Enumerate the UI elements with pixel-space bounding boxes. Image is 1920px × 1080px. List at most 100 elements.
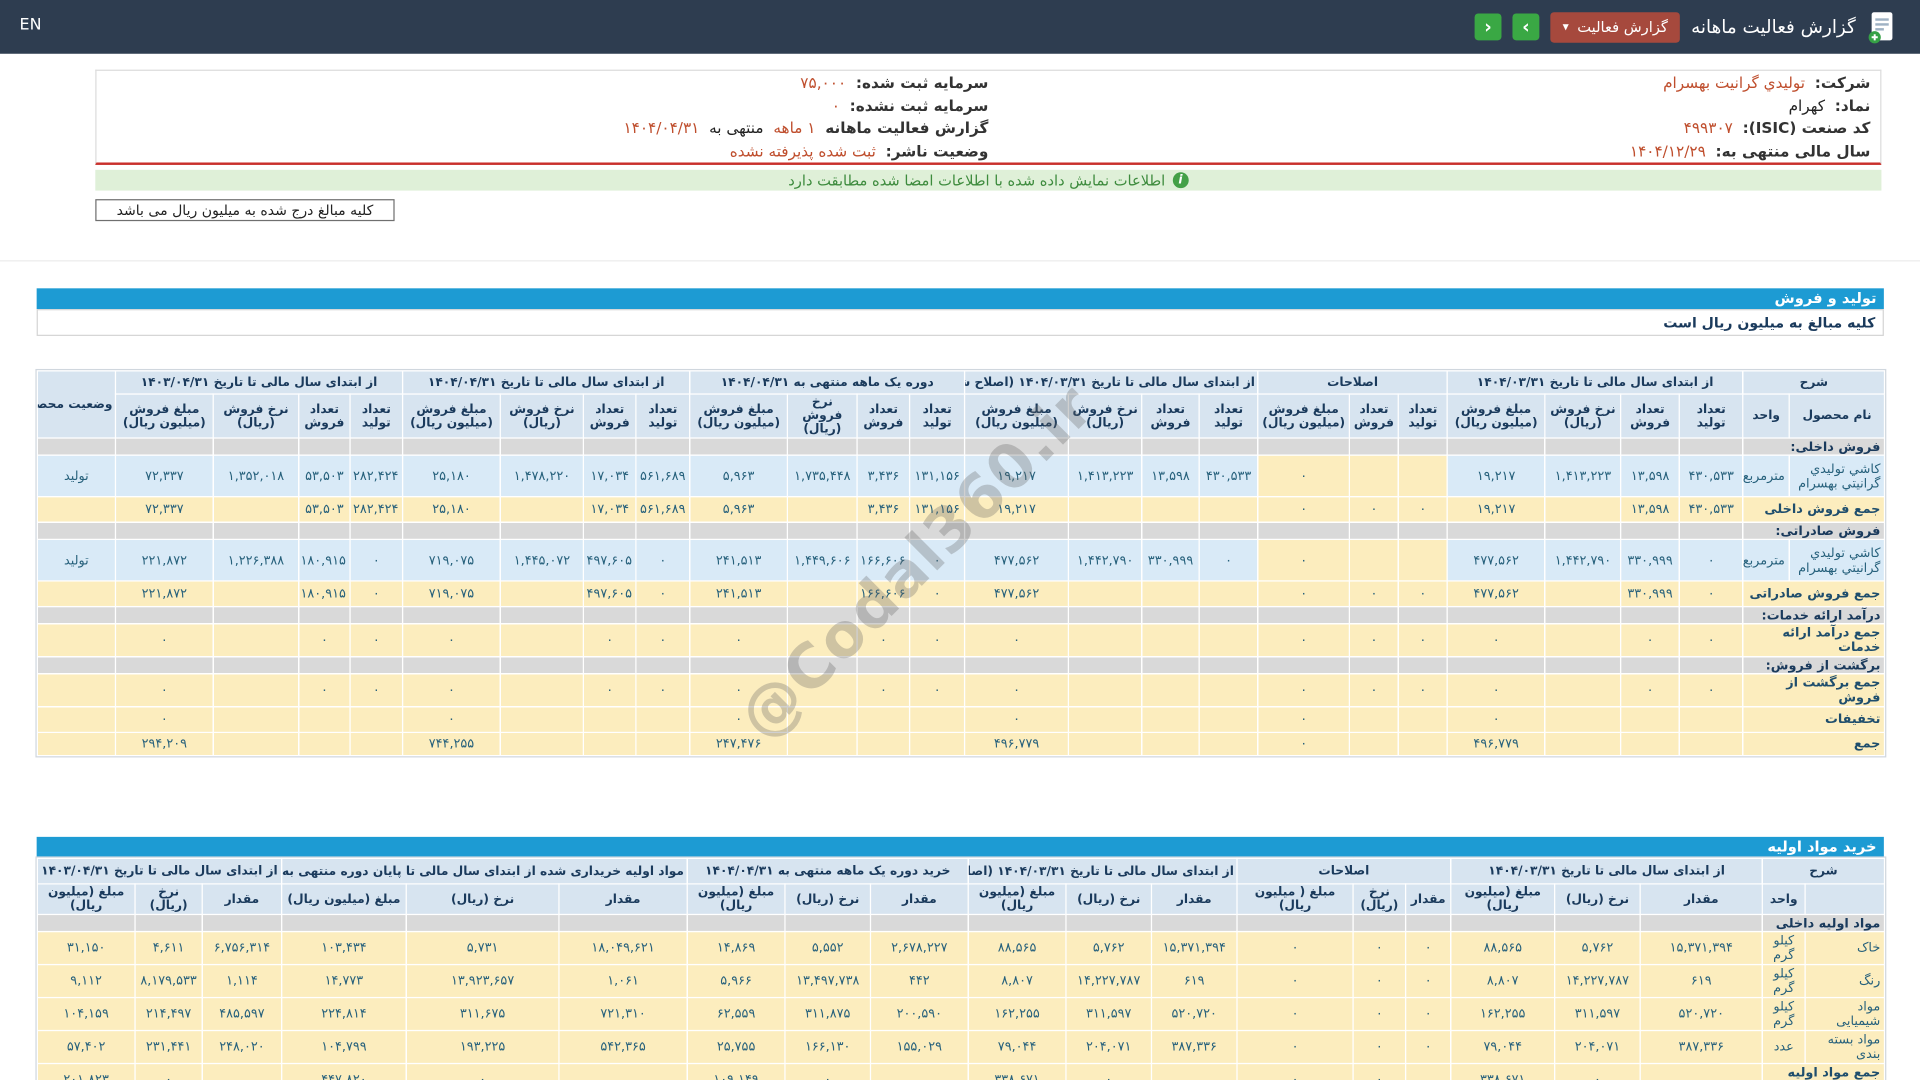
table-cell: ۰ [690,674,788,707]
section-header-raw-materials: خرید مواد اولیه [37,837,1884,858]
table-cell: ۴۷۷,۵۶۲ [1447,539,1545,581]
table-cell: ۵۶۱,۶۸۹ [636,497,690,523]
table-cell [1353,914,1406,931]
company-info-right-column: شرکت: تولیدي گرانیت بهسرام نماد: کهرام ک… [988,72,1870,162]
table-cell: ۰ [1398,581,1447,607]
table-cell [965,607,1069,624]
table-cell: ۰ [1258,539,1350,581]
column-header: نرخ فروش (ریال) [1545,394,1621,438]
table-cell: ۰ [350,674,403,707]
isic-row: کد صنعت (ISIC): ۴۹۹۳۰۷ [988,117,1870,140]
unit-cell: عدد [1762,1031,1805,1064]
column-header: نرخ (ریال) [1066,884,1152,915]
table-cell: ۰ [1258,674,1350,707]
table-cell [1258,607,1350,624]
table-row: جمع فروش صادراتی۰۳۳۰,۹۹۹۴۷۷,۵۶۲۰۰۰۴۷۷,۵۶… [37,581,1884,607]
table-cell [282,914,407,931]
table-cell: ۴۷۷,۵۶۲ [965,539,1069,581]
table-cell [857,438,910,455]
sales-units-note: کلیه مبالغ به میلیون ریال است [37,309,1884,336]
table-cell: ۱۳۱,۱۵۶ [910,455,965,497]
table-cell [857,732,910,755]
column-header: نرخ فروش (ریال) [788,394,858,438]
table-cell: ۵۴۲,۳۶۵ [559,1031,687,1064]
table-cell: ۲۱۴,۴۹۷ [135,998,202,1031]
table-cell [213,581,299,607]
column-header: تعداد تولید [350,394,403,438]
table-cell: ۲۲۱,۸۷۲ [115,581,213,607]
table-cell [1151,1063,1237,1080]
table-cell: ۳۳۸,۶۷۱ [968,1063,1066,1080]
table-cell: ۱۹,۲۱۷ [965,497,1069,523]
row-name: مواد شیمیایی [1805,998,1884,1031]
column-header: نرخ (ریال) [785,884,871,915]
table-cell [115,657,213,674]
table-row: خاککیلو گرم۱۵,۳۷۱,۳۹۴۵,۷۶۲۸۸,۵۶۵۰۰۰۱۵,۳۷… [37,932,1884,965]
table-cell [1066,914,1152,931]
row-label: جمع فروش صادراتی [1743,581,1885,607]
table-cell [910,607,965,624]
table-cell [1398,657,1447,674]
table-cell [1142,674,1199,707]
table-cell: ۰ [1555,1063,1641,1080]
table-cell: ۱۰۳,۴۳۴ [282,932,407,965]
table-row: کاشي توليدي گرانيتي بهسراممترمربع۰۳۳۰,۹۹… [37,539,1884,581]
next-report-button[interactable]: › [1512,13,1539,40]
table-cell: ۴۳۰,۵۳۳ [1679,497,1743,523]
symbol-label: نماد: [1835,96,1871,114]
navbar-right-cluster: گزارش فعالیت ماهانه گزارش فعالیت ▾ › ‹ [1475,0,1896,54]
table-cell: ۰ [1066,1063,1152,1080]
table-cell [1398,707,1447,733]
report-type-dropdown[interactable]: گزارش فعالیت ▾ [1550,12,1680,43]
table-cell: ۰ [1237,965,1353,998]
previous-report-button[interactable]: ‹ [1475,13,1502,40]
table-cell [1069,707,1142,733]
table-cell: ۷۲,۳۳۷ [115,497,213,523]
table-cell [1398,732,1447,755]
table-cell: ۳۳۰,۹۹۹ [1621,539,1680,581]
column-header: مقدار [559,884,687,915]
table-cell [788,438,858,455]
table-row: جمع۴۹۶,۷۷۹۰۴۹۶,۷۷۹۲۴۷,۴۷۶۷۴۴,۲۵۵۲۹۴,۲۰۹ [37,732,1884,755]
table-cell: ۰ [1447,674,1545,707]
table-cell [1679,607,1743,624]
table-cell [1545,581,1621,607]
table-cell: ۱۵۵,۰۲۹ [870,1031,968,1064]
top-navbar: گزارش فعالیت ماهانه گزارش فعالیت ▾ › ‹ E… [0,0,1920,54]
column-header: مبلغ ( میلیون ریال) [1237,884,1353,915]
table-cell: ۱,۷۳۵,۴۴۸ [788,455,858,497]
col-group-ytd-0331-adjusted: از ابتدای سال مالی تا تاریخ ۱۴۰۴/۰۳/۳۱ (… [965,371,1258,394]
unit-header: واحد [1762,884,1805,915]
col-group-one-month: دوره یک ماهه منتهی به ۱۴۰۴/۰۴/۳۱ [690,371,965,394]
table-cell: ۱۸۰,۹۱۵ [299,539,350,581]
issuer-status-value: ثبت شده پذیرفته نشده [730,141,876,159]
table-cell [965,438,1069,455]
table-cell: ۷۹,۰۴۴ [1451,1031,1555,1064]
table-cell: ۳۸۷,۳۳۶ [1151,1031,1237,1064]
language-toggle[interactable]: EN [20,16,42,34]
table-cell: ۳۱۱,۵۹۷ [1066,998,1152,1031]
table-cell: ۸,۸۰۷ [1451,965,1555,998]
sub-header-row: نام محصول واحد تعداد تولید تعداد فروش نر… [37,394,1884,438]
table-cell [788,674,858,707]
page: گزارش فعالیت ماهانه گزارش فعالیت ▾ › ‹ E… [0,0,1920,1080]
table-cell: ۱۸,۰۴۹,۶۲۱ [559,932,687,965]
table-cell [910,657,965,674]
table-cell [857,522,910,539]
table-cell [1199,674,1258,707]
table-cell: ۰ [690,707,788,733]
table-cell: ۴۹۷,۶۰۵ [583,581,636,607]
col-group-one-month-purchases: خرید دوره یک ماهه منتهی به ۱۴۰۴/۰۴/۳۱ [687,858,968,884]
table-cell [500,607,583,624]
table-cell: ۸,۱۷۹,۵۳۳ [135,965,202,998]
status-cell [37,497,115,523]
table-cell [115,607,213,624]
table-cell: ۰ [350,539,403,581]
company-info-left-column: سرمایه ثبت شده: ۷۵,۰۰۰ سرمایه ثبت نشده: … [106,72,988,162]
table-cell [870,1063,968,1080]
table-cell [1199,522,1258,539]
table-cell [788,732,858,755]
table-cell [785,914,871,931]
table-cell: ۱۴,۲۲۷,۷۸۷ [1066,965,1152,998]
table-cell: ۳۱۱,۵۹۷ [1555,998,1641,1031]
